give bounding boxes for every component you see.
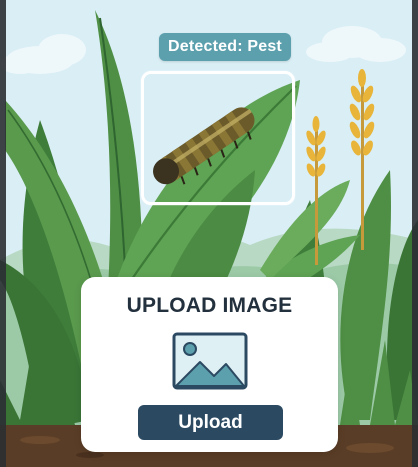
upload-card: UPLOAD IMAGE Upload [81, 277, 338, 452]
window-edge-right [412, 0, 418, 467]
window-edge-left [0, 0, 6, 467]
detection-bounding-box [141, 71, 295, 205]
detected-pest-badge: Detected: Pest [159, 33, 291, 61]
image-placeholder-icon [172, 332, 248, 390]
app-screen: Detected: Pest UPLOAD IMAGE Upload [0, 0, 418, 467]
upload-button[interactable]: Upload [138, 405, 283, 440]
upload-card-title: UPLOAD IMAGE [126, 294, 293, 317]
